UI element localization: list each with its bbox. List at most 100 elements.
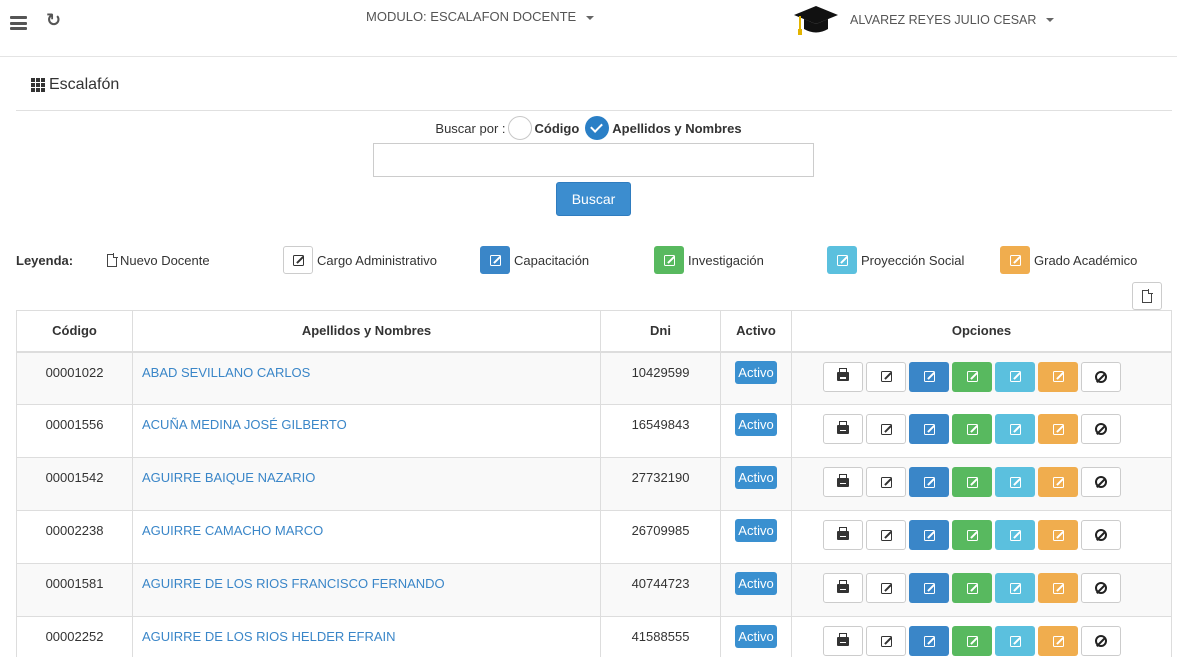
deactivate-button[interactable] bbox=[1081, 573, 1121, 603]
investigacion-button[interactable] bbox=[952, 414, 992, 444]
cargo-administrativo-button[interactable] bbox=[866, 573, 906, 603]
table-header-row: Código Apellidos y Nombres Dni Activo Op… bbox=[16, 310, 1172, 353]
edit-icon bbox=[1052, 529, 1064, 541]
ban-icon bbox=[1095, 582, 1107, 594]
grado-academico-button[interactable] bbox=[1038, 520, 1078, 550]
docente-name-link[interactable]: AGUIRRE DE LOS RIOS FRANCISCO FERNANDO bbox=[142, 576, 445, 591]
docente-name-link[interactable]: AGUIRRE DE LOS RIOS HELDER EFRAIN bbox=[142, 629, 396, 644]
col-opciones: Opciones bbox=[791, 310, 1172, 353]
edit-icon bbox=[966, 476, 978, 488]
print-button[interactable] bbox=[823, 414, 863, 444]
docente-name-link[interactable]: AGUIRRE CAMACHO MARCO bbox=[142, 523, 323, 538]
module-label: MODULO: ESCALAFON DOCENTE bbox=[366, 9, 577, 24]
ban-icon bbox=[1095, 370, 1107, 383]
cargo-administrativo-button[interactable] bbox=[866, 626, 906, 656]
radio-codigo-label: Código bbox=[534, 120, 580, 136]
investigacion-button[interactable] bbox=[952, 573, 992, 603]
edit-icon bbox=[880, 423, 892, 435]
edit-icon bbox=[880, 371, 892, 382]
legend-proyeccion-swatch bbox=[827, 246, 857, 274]
capacitacion-button[interactable] bbox=[909, 573, 949, 603]
cargo-administrativo-button[interactable] bbox=[866, 414, 906, 444]
search-button[interactable]: Buscar bbox=[556, 182, 631, 216]
edit-icon bbox=[292, 254, 304, 266]
edit-icon bbox=[923, 371, 935, 382]
capacitacion-button[interactable] bbox=[909, 626, 949, 656]
legend-nuevo-docente: Nuevo Docente bbox=[120, 252, 210, 268]
edit-icon bbox=[663, 254, 675, 266]
print-button[interactable] bbox=[823, 467, 863, 497]
legend-title: Leyenda: bbox=[16, 252, 74, 268]
row-options bbox=[791, 510, 1172, 564]
cargo-administrativo-button[interactable] bbox=[866, 361, 906, 392]
print-button[interactable] bbox=[823, 626, 863, 656]
cargo-administrativo-button[interactable] bbox=[866, 520, 906, 550]
table-row: 00002252 AGUIRRE DE LOS RIOS HELDER EFRAI… bbox=[16, 616, 1172, 657]
cell-dni: 40744723 bbox=[600, 563, 721, 617]
grado-academico-button[interactable] bbox=[1038, 361, 1078, 392]
col-codigo[interactable]: Código bbox=[16, 310, 133, 353]
row-options bbox=[791, 351, 1172, 405]
graduation-cap-icon bbox=[794, 6, 838, 35]
edit-icon bbox=[923, 582, 935, 594]
col-apellidos-nombres[interactable]: Apellidos y Nombres bbox=[132, 310, 601, 353]
print-icon bbox=[837, 579, 849, 593]
grado-academico-button[interactable] bbox=[1038, 414, 1078, 444]
edit-icon bbox=[880, 529, 892, 541]
file-icon bbox=[107, 253, 118, 267]
search-options: Buscar por : Código Apellidos y Nombres bbox=[0, 116, 1177, 140]
edit-icon bbox=[1009, 635, 1021, 647]
edit-icon bbox=[923, 476, 935, 488]
module-selector[interactable]: MODULO: ESCALAFON DOCENTE bbox=[366, 9, 595, 24]
grado-academico-button[interactable] bbox=[1038, 626, 1078, 656]
proyeccion-social-button[interactable] bbox=[995, 520, 1035, 550]
grado-academico-button[interactable] bbox=[1038, 467, 1078, 497]
row-options bbox=[791, 457, 1172, 511]
investigacion-button[interactable] bbox=[952, 520, 992, 550]
docente-name-link[interactable]: ACUÑA MEDINA JOSÉ GILBERTO bbox=[142, 417, 347, 432]
capacitacion-button[interactable] bbox=[909, 520, 949, 550]
radio-codigo[interactable] bbox=[507, 116, 532, 140]
edit-icon bbox=[1052, 476, 1064, 488]
print-button[interactable] bbox=[823, 361, 863, 392]
deactivate-button[interactable] bbox=[1081, 520, 1121, 550]
menu-icon[interactable] bbox=[10, 16, 27, 30]
deactivate-button[interactable] bbox=[1081, 626, 1121, 656]
proyeccion-social-button[interactable] bbox=[995, 573, 1035, 603]
cell-codigo: 00001556 bbox=[16, 404, 133, 458]
user-menu[interactable]: ALVAREZ REYES JULIO CESAR bbox=[792, 3, 1055, 37]
col-dni[interactable]: Dni bbox=[600, 310, 721, 353]
cell-codigo: 00001542 bbox=[16, 457, 133, 511]
proyeccion-social-button[interactable] bbox=[995, 414, 1035, 444]
chevron-down-icon bbox=[1046, 18, 1055, 22]
new-docente-button[interactable] bbox=[1132, 282, 1162, 310]
cargo-administrativo-button[interactable] bbox=[866, 467, 906, 497]
refresh-icon[interactable]: ↻ bbox=[46, 10, 61, 31]
radio-apellidos-nombres[interactable] bbox=[585, 116, 610, 140]
status-badge: Activo bbox=[735, 466, 777, 489]
cell-codigo: 00001581 bbox=[16, 563, 133, 617]
investigacion-button[interactable] bbox=[952, 467, 992, 497]
investigacion-button[interactable] bbox=[952, 361, 992, 392]
capacitacion-button[interactable] bbox=[909, 467, 949, 497]
edit-icon bbox=[923, 635, 935, 647]
legend: Leyenda: Nuevo Docente Cargo Administrat… bbox=[0, 243, 1177, 277]
user-name: ALVAREZ REYES JULIO CESAR bbox=[850, 13, 1037, 27]
search-input[interactable] bbox=[373, 143, 814, 177]
status-badge: Activo bbox=[735, 519, 777, 542]
docente-name-link[interactable]: AGUIRRE BAIQUE NAZARIO bbox=[142, 470, 315, 485]
capacitacion-button[interactable] bbox=[909, 414, 949, 444]
col-activo[interactable]: Activo bbox=[720, 310, 792, 353]
print-button[interactable] bbox=[823, 520, 863, 550]
grado-academico-button[interactable] bbox=[1038, 573, 1078, 603]
docente-name-link[interactable]: ABAD SEVILLANO CARLOS bbox=[142, 365, 310, 380]
capacitacion-button[interactable] bbox=[909, 361, 949, 392]
proyeccion-social-button[interactable] bbox=[995, 626, 1035, 656]
deactivate-button[interactable] bbox=[1081, 467, 1121, 497]
proyeccion-social-button[interactable] bbox=[995, 361, 1035, 392]
print-button[interactable] bbox=[823, 573, 863, 603]
proyeccion-social-button[interactable] bbox=[995, 467, 1035, 497]
investigacion-button[interactable] bbox=[952, 626, 992, 656]
deactivate-button[interactable] bbox=[1081, 361, 1121, 392]
deactivate-button[interactable] bbox=[1081, 414, 1121, 444]
